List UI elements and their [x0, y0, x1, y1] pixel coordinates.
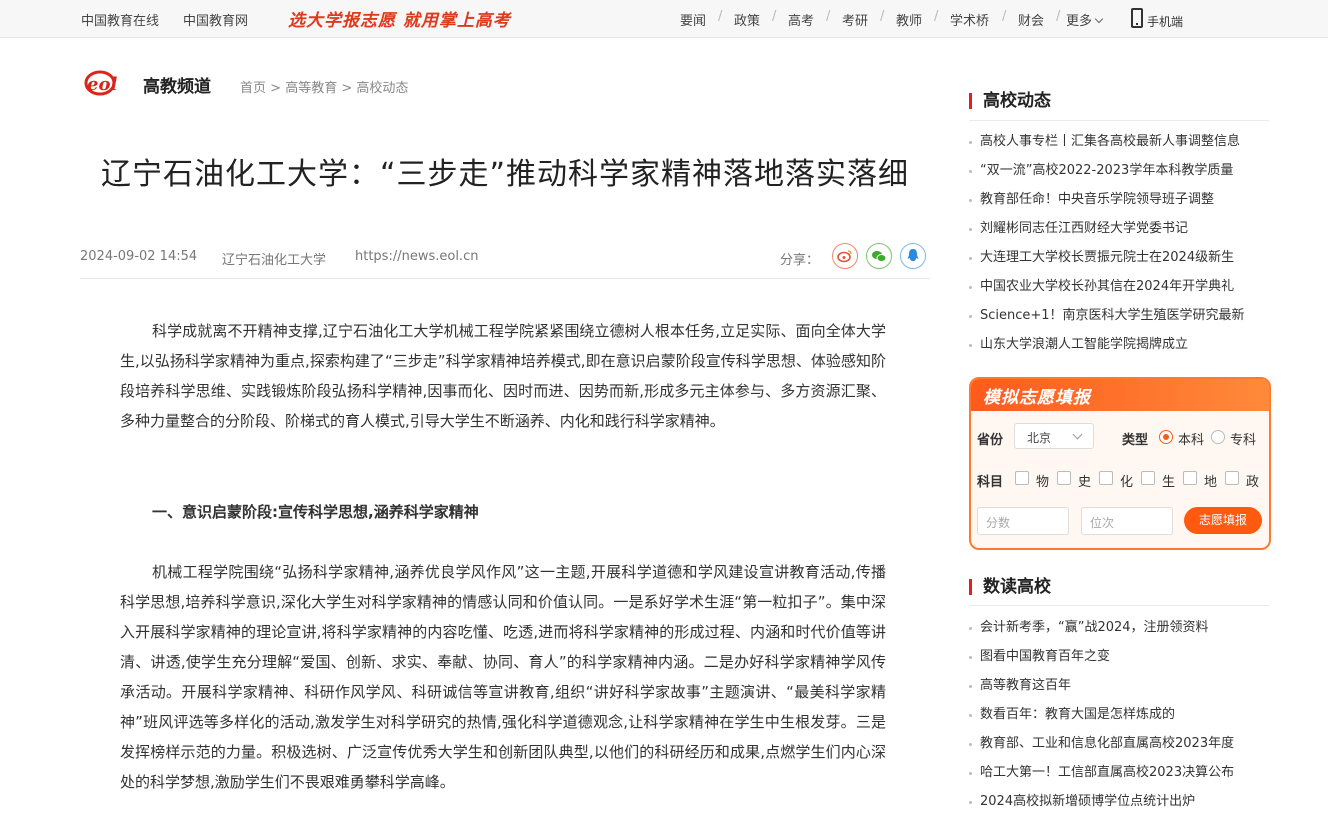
subject-checkbox[interactable] — [1183, 471, 1197, 485]
mobile-phone-icon[interactable] — [1131, 8, 1143, 28]
logo-text: eol — [87, 74, 117, 95]
qq-icon — [907, 249, 919, 261]
site-link-eol[interactable]: 中国教育在线 — [81, 10, 159, 29]
sidebar-news-item[interactable]: 教育部任命！中央音乐学院领导班子调整 — [969, 191, 1269, 209]
nav-item[interactable]: 财会 — [1018, 10, 1044, 29]
sidebar-news-item[interactable]: “双一流”高校2022-2023学年本科教学质量 — [969, 162, 1269, 180]
type-label: 类型 — [1122, 433, 1149, 448]
qq-share-icon[interactable] — [900, 243, 926, 269]
article-paragraph: 机械工程学院围绕“弘扬科学家精神,涵养优良学风作风”这一主题,开展科学道德和学风… — [120, 563, 886, 791]
nav-more-label: 更多 — [1066, 14, 1093, 29]
province-select[interactable]: 北京 — [1014, 423, 1094, 449]
type-option-label: 本科 — [1178, 433, 1205, 448]
article-section-heading: 一、意识启蒙阶段:宣传科学思想,涵养科学家精神 — [152, 503, 479, 521]
article-source: 辽宁石油化工大学 — [222, 253, 327, 268]
share-label: 分享： — [780, 253, 820, 268]
weibo-icon — [837, 250, 852, 263]
wechat-icon — [872, 251, 887, 262]
article-url[interactable]: https://news.eol.cn — [355, 249, 478, 264]
nav-divider: / — [718, 9, 723, 24]
breadcrumb-home[interactable]: 首页 — [240, 81, 266, 96]
nav-item[interactable]: 高考 — [788, 10, 814, 29]
subject-option: 史 — [1078, 475, 1092, 490]
sidebar-news-item[interactable]: 刘耀彬同志任江西财经大学党委书记 — [969, 220, 1269, 238]
nav-divider: / — [934, 9, 939, 24]
subject-checkbox[interactable] — [1015, 471, 1029, 485]
subject-checkbox[interactable] — [1225, 471, 1239, 485]
nav-divider: / — [772, 9, 777, 24]
widget-header: 模拟志愿填报 — [971, 379, 1269, 411]
sidebar-data-item[interactable]: 教育部、工业和信息化部直属高校2023年度 — [969, 735, 1269, 753]
type-option-label: 专科 — [1230, 433, 1257, 448]
type-radio-undergrad[interactable] — [1159, 430, 1173, 444]
nav-item[interactable]: 学术桥 — [950, 10, 989, 29]
nav-divider: / — [1056, 9, 1061, 24]
breadcrumb-higher-edu[interactable]: 高等教育 — [285, 81, 337, 96]
sidebar-data-item[interactable]: 会计新考季，“赢”战2024，注册领资料 — [969, 619, 1269, 637]
sidebar-divider — [969, 120, 1269, 121]
nav-more[interactable]: 更多 — [1066, 10, 1104, 29]
nav-divider: / — [880, 9, 885, 24]
sidebar-data-item[interactable]: 高等教育这百年 — [969, 677, 1269, 695]
sidebar-news-item[interactable]: 大连理工大学校长贾振元院士在2024级新生 — [969, 249, 1269, 267]
sidebar-data-item[interactable]: 2024高校拟新增硕博学位点统计出炉 — [969, 793, 1269, 811]
rank-input[interactable]: 位次 — [1081, 507, 1173, 535]
article-paragraph: 科学成就离不开精神支撑,辽宁石油化工大学机械工程学院紧紧围绕立德树人根本任务,立… — [120, 322, 886, 430]
subject-option: 物 — [1036, 475, 1050, 490]
weibo-share-icon[interactable] — [832, 243, 858, 269]
nav-divider: / — [826, 9, 831, 24]
top-bar: 中国教育在线 中国教育网 选大学报志愿 就用掌上高考 要闻 / 政策 / 高考 … — [0, 0, 1328, 38]
subject-option: 生 — [1162, 475, 1176, 490]
sidebar-data-item[interactable]: 图看中国教育百年之变 — [969, 648, 1269, 666]
chevron-down-icon — [1094, 14, 1104, 24]
sidebar-data-item[interactable]: 数看百年：教育大国是怎样炼成的 — [969, 706, 1269, 724]
subject-checkbox[interactable] — [1099, 471, 1113, 485]
article-date: 2024-09-02 14:54 — [80, 249, 198, 264]
sidebar-news-item[interactable]: 高校人事专栏丨汇集各高校最新人事调整信息 — [969, 133, 1269, 151]
nav-item[interactable]: 教师 — [896, 10, 922, 29]
nav-item[interactable]: 要闻 — [680, 10, 706, 29]
province-value: 北京 — [1027, 431, 1052, 445]
sidebar-news-item[interactable]: 中国农业大学校长孙其信在2024年开学典礼 — [969, 278, 1269, 296]
type-radio-junior[interactable] — [1211, 430, 1225, 444]
subject-option: 地 — [1204, 475, 1218, 490]
article-title: 辽宁石油化工大学：“三步走”推动科学家精神落地落实落细 — [100, 157, 910, 193]
channel-name[interactable]: 高教频道 — [143, 72, 211, 97]
mobile-link[interactable]: 手机端 — [1147, 13, 1183, 30]
score-input[interactable]: 分数 — [977, 507, 1069, 535]
wechat-share-icon[interactable] — [866, 243, 892, 269]
breadcrumb: 首页 > 高等教育 > 高校动态 — [240, 81, 409, 96]
province-label: 省份 — [977, 433, 1004, 448]
site-link-edu[interactable]: 中国教育网 — [183, 10, 248, 29]
sidebar-news-item[interactable]: 山东大学浪潮人工智能学院揭牌成立 — [969, 336, 1269, 354]
slogan-banner[interactable]: 选大学报志愿 就用掌上高考 — [288, 6, 511, 31]
subject-label: 科目 — [977, 475, 1004, 490]
subject-checkbox[interactable] — [1141, 471, 1155, 485]
subject-option: 政 — [1246, 475, 1260, 490]
eol-logo[interactable]: eol — [84, 66, 138, 98]
nav-divider: / — [1002, 9, 1007, 24]
nav-item[interactable]: 考研 — [842, 10, 868, 29]
sidebar-news-heading: 高校动态 — [969, 90, 1051, 112]
sidebar-data-heading: 数读高校 — [969, 576, 1051, 598]
submit-volunteer-button[interactable]: 志愿填报 — [1184, 507, 1262, 534]
sidebar-news-item[interactable]: Science+1！南京医科大学生殖医学研究最新 — [969, 307, 1269, 325]
widget-title: 模拟志愿填报 — [983, 388, 1091, 408]
meta-divider — [80, 278, 930, 279]
subject-checkbox[interactable] — [1057, 471, 1071, 485]
sidebar-data-item[interactable]: 哈工大第一！工信部直属高校2023决算公布 — [969, 764, 1269, 782]
breadcrumb-news[interactable]: 高校动态 — [356, 81, 408, 96]
subject-option: 化 — [1120, 475, 1134, 490]
nav-item[interactable]: 政策 — [734, 10, 760, 29]
sidebar-divider — [969, 605, 1269, 606]
